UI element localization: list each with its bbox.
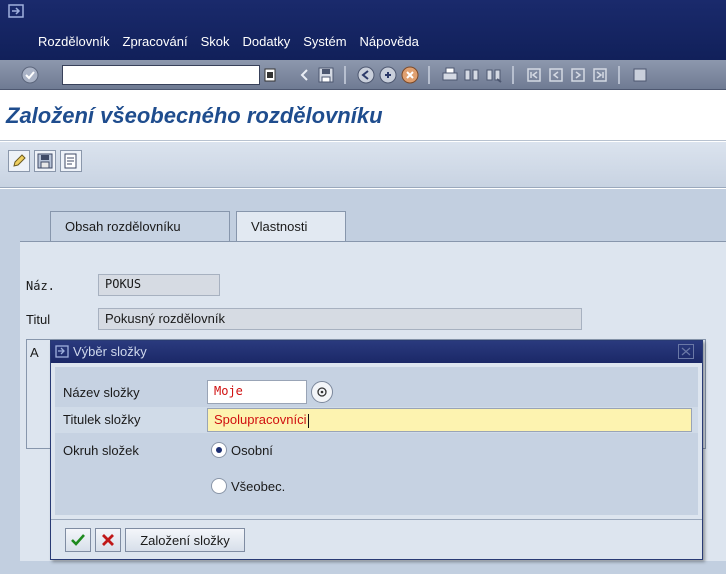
- radio-vseobec-label[interactable]: Všeobec.: [231, 479, 285, 494]
- back-icon[interactable]: [294, 65, 314, 85]
- folder-selection-dialog: Výběr složky Název složky Moje Titulek s…: [50, 340, 703, 560]
- menu-item-napoveda[interactable]: Nápověda: [360, 34, 419, 49]
- back-nav-icon[interactable]: [356, 65, 376, 85]
- menu-item-skok[interactable]: Skok: [201, 34, 230, 49]
- folder-title-text: Spolupracovníci: [214, 412, 307, 427]
- tab-label: Obsah rozdělovníku: [65, 219, 181, 234]
- tab-obsah-rozdelovniku[interactable]: Obsah rozdělovníku: [50, 211, 230, 241]
- system-menu-icon[interactable]: [8, 4, 24, 18]
- application-toolbar: [0, 142, 726, 188]
- toolbar-separator: [512, 66, 514, 84]
- create-folder-button-label: Založení složky: [140, 532, 230, 548]
- name-label: Náz.: [26, 279, 55, 293]
- command-field[interactable]: [62, 65, 260, 85]
- display-icon[interactable]: [60, 150, 82, 172]
- menu: Rozdělovník Zpracování Skok Dodatky Syst…: [38, 34, 432, 49]
- find-next-icon[interactable]: [484, 65, 504, 85]
- toolbar-separator: [428, 66, 430, 84]
- menu-item-dodatky[interactable]: Dodatky: [243, 34, 291, 49]
- next-page-icon[interactable]: [568, 65, 588, 85]
- dialog-footer: Založení složky: [51, 519, 702, 559]
- folder-title-label: Titulek složky: [63, 412, 141, 427]
- name-field: POKUS: [98, 274, 220, 296]
- print-icon[interactable]: [440, 65, 460, 85]
- dialog-title: Výběr složky: [73, 344, 147, 359]
- page-title: Založení všeobecného rozdělovníku: [6, 103, 383, 128]
- attributes-frame-label: A: [30, 345, 39, 360]
- last-page-icon[interactable]: [590, 65, 610, 85]
- previous-page-icon[interactable]: [546, 65, 566, 85]
- save-local-icon[interactable]: [34, 150, 56, 172]
- save-icon[interactable]: [316, 65, 336, 85]
- text-caret: [307, 413, 309, 428]
- radio-osobni-label[interactable]: Osobní: [231, 443, 273, 458]
- menu-item-zpracovani[interactable]: Zpracování: [123, 34, 188, 49]
- menu-bar: Rozdělovník Zpracování Skok Dodatky Syst…: [0, 0, 726, 60]
- toolbar-separator: [618, 66, 620, 84]
- title-bar: Založení všeobecného rozdělovníku: [0, 91, 726, 141]
- dialog-menu-icon[interactable]: [55, 345, 69, 358]
- folder-title-input[interactable]: Spolupracovníci: [207, 408, 692, 432]
- search-help-icon[interactable]: [311, 381, 333, 403]
- title-field: Pokusný rozdělovník: [98, 308, 582, 330]
- confirm-button[interactable]: [65, 528, 91, 552]
- menu-item-system[interactable]: Systém: [303, 34, 346, 49]
- scope-label: Okruh složek: [63, 443, 139, 458]
- enter-icon[interactable]: [20, 65, 40, 85]
- dialog-title-bar: Výběr složky: [51, 341, 702, 363]
- first-page-icon[interactable]: [524, 65, 544, 85]
- dialog-body: Název složky Moje Titulek složky Spolupr…: [55, 367, 698, 515]
- cancel-icon[interactable]: [400, 65, 420, 85]
- edit-icon[interactable]: [8, 150, 30, 172]
- cancel-button[interactable]: [95, 528, 121, 552]
- tab-label: Vlastnosti: [251, 219, 308, 234]
- command-history-icon[interactable]: [260, 65, 280, 85]
- radio-vseobec[interactable]: [211, 478, 227, 494]
- menu-item-rozdelovnik[interactable]: Rozdělovník: [38, 34, 110, 49]
- new-session-icon[interactable]: [630, 65, 650, 85]
- folder-name-label: Název složky: [63, 385, 140, 400]
- radio-osobni[interactable]: [211, 442, 227, 458]
- exit-icon[interactable]: [378, 65, 398, 85]
- folder-name-input[interactable]: Moje: [207, 380, 307, 404]
- toolbar-separator: [344, 66, 346, 84]
- title-label: Titul: [26, 312, 51, 327]
- find-icon[interactable]: [462, 65, 482, 85]
- standard-toolbar: [0, 60, 726, 90]
- tab-vlastnosti[interactable]: Vlastnosti: [236, 211, 346, 241]
- create-folder-button[interactable]: Založení složky: [125, 528, 245, 552]
- close-icon[interactable]: [678, 344, 694, 359]
